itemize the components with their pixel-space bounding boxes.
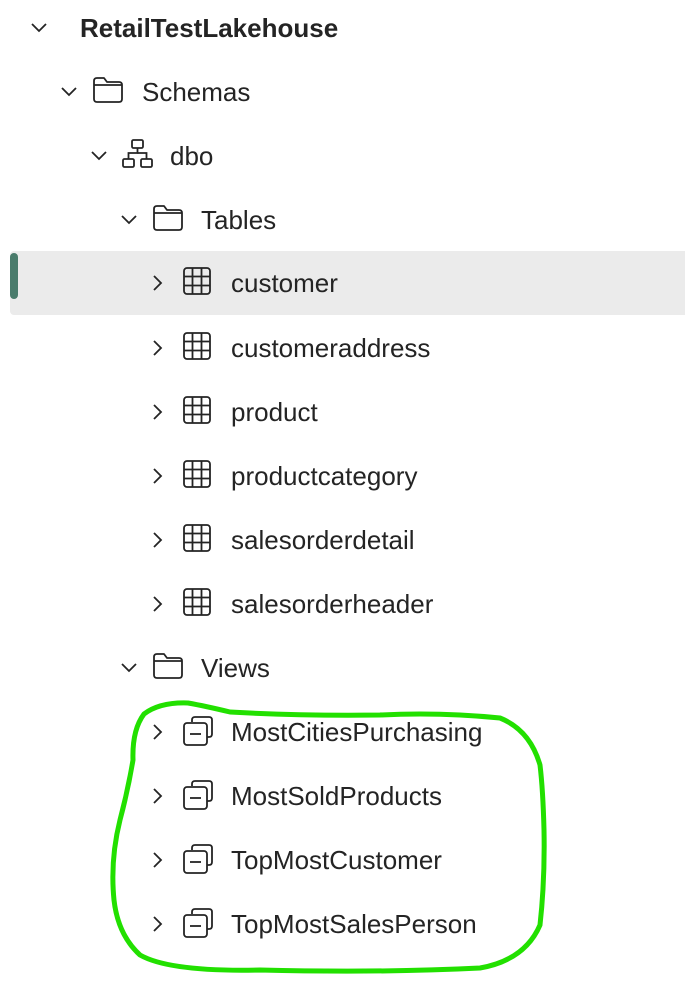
tree-item-table-productcategory[interactable]: productcategory <box>0 444 685 508</box>
table-icon <box>182 331 214 363</box>
tree-item-label: TopMostCustomer <box>231 845 442 875</box>
folder-icon <box>92 74 124 106</box>
view-icon <box>182 907 214 939</box>
tree-item-label: productcategory <box>231 461 418 491</box>
chevron-right-icon[interactable] <box>146 508 170 572</box>
tree-item-table-salesorderdetail[interactable]: salesorderdetail <box>0 508 685 572</box>
tree-item-view-mostcitiespurchasing[interactable]: MostCitiesPurchasing <box>0 700 685 764</box>
tree-item-view-topmostcustomer[interactable]: TopMostCustomer <box>0 828 685 892</box>
chevron-down-icon[interactable] <box>117 636 141 700</box>
tree-item-tables-folder[interactable]: Tables <box>0 188 685 252</box>
chevron-right-icon[interactable] <box>146 316 170 380</box>
tree-item-table-salesorderheader[interactable]: salesorderheader <box>0 572 685 636</box>
tree-item-label: MostCitiesPurchasing <box>231 717 483 747</box>
chevron-right-icon[interactable] <box>146 764 170 828</box>
schema-hierarchy-icon <box>122 138 154 170</box>
tree-item-label: TopMostSalesPerson <box>231 909 477 939</box>
chevron-down-icon[interactable] <box>27 0 51 60</box>
tree-item-label: dbo <box>170 141 214 171</box>
chevron-down-icon[interactable] <box>87 124 111 188</box>
table-icon <box>182 523 214 555</box>
tree-item-table-customeraddress[interactable]: customeraddress <box>0 316 685 380</box>
object-explorer-tree: RetailTestLakehouse Schemas dbo Tables c… <box>0 0 685 984</box>
tree-item-label: customeraddress <box>231 333 431 363</box>
view-icon <box>182 779 214 811</box>
tree-item-label: salesorderdetail <box>231 525 415 555</box>
chevron-right-icon[interactable] <box>146 444 170 508</box>
tree-item-schemas[interactable]: Schemas <box>0 60 685 124</box>
folder-icon <box>152 650 184 682</box>
selection-indicator <box>10 253 18 299</box>
tree-item-label: RetailTestLakehouse <box>80 13 339 43</box>
selection-highlight <box>10 251 685 315</box>
tree-item-table-customer[interactable]: customer <box>0 251 685 315</box>
table-icon <box>182 395 214 427</box>
chevron-right-icon[interactable] <box>146 700 170 764</box>
tree-item-views-folder[interactable]: Views <box>0 636 685 700</box>
tree-item-label: Views <box>201 653 270 683</box>
tree-item-table-product[interactable]: product <box>0 380 685 444</box>
chevron-right-icon[interactable] <box>146 828 170 892</box>
tree-item-label: product <box>231 397 318 427</box>
chevron-right-icon[interactable] <box>146 251 170 315</box>
tree-item-view-topmostsalesperson[interactable]: TopMostSalesPerson <box>0 892 685 956</box>
tree-item-label: salesorderheader <box>231 589 434 619</box>
table-icon <box>182 587 214 619</box>
tree-item-label: Schemas <box>142 77 251 107</box>
table-icon <box>182 459 214 491</box>
view-icon <box>182 843 214 875</box>
view-icon <box>182 715 214 747</box>
tree-item-root[interactable]: RetailTestLakehouse <box>0 0 685 60</box>
tree-item-view-mostsoldproducts[interactable]: MostSoldProducts <box>0 764 685 828</box>
tree-item-label: Tables <box>201 205 277 235</box>
tree-item-dbo[interactable]: dbo <box>0 124 685 188</box>
folder-icon <box>152 202 184 234</box>
table-icon <box>182 266 214 298</box>
tree-item-label: MostSoldProducts <box>231 781 442 811</box>
chevron-right-icon[interactable] <box>146 892 170 956</box>
chevron-right-icon[interactable] <box>146 572 170 636</box>
chevron-right-icon[interactable] <box>146 380 170 444</box>
chevron-down-icon[interactable] <box>57 60 81 124</box>
tree-item-label: customer <box>231 268 338 298</box>
chevron-down-icon[interactable] <box>117 188 141 252</box>
